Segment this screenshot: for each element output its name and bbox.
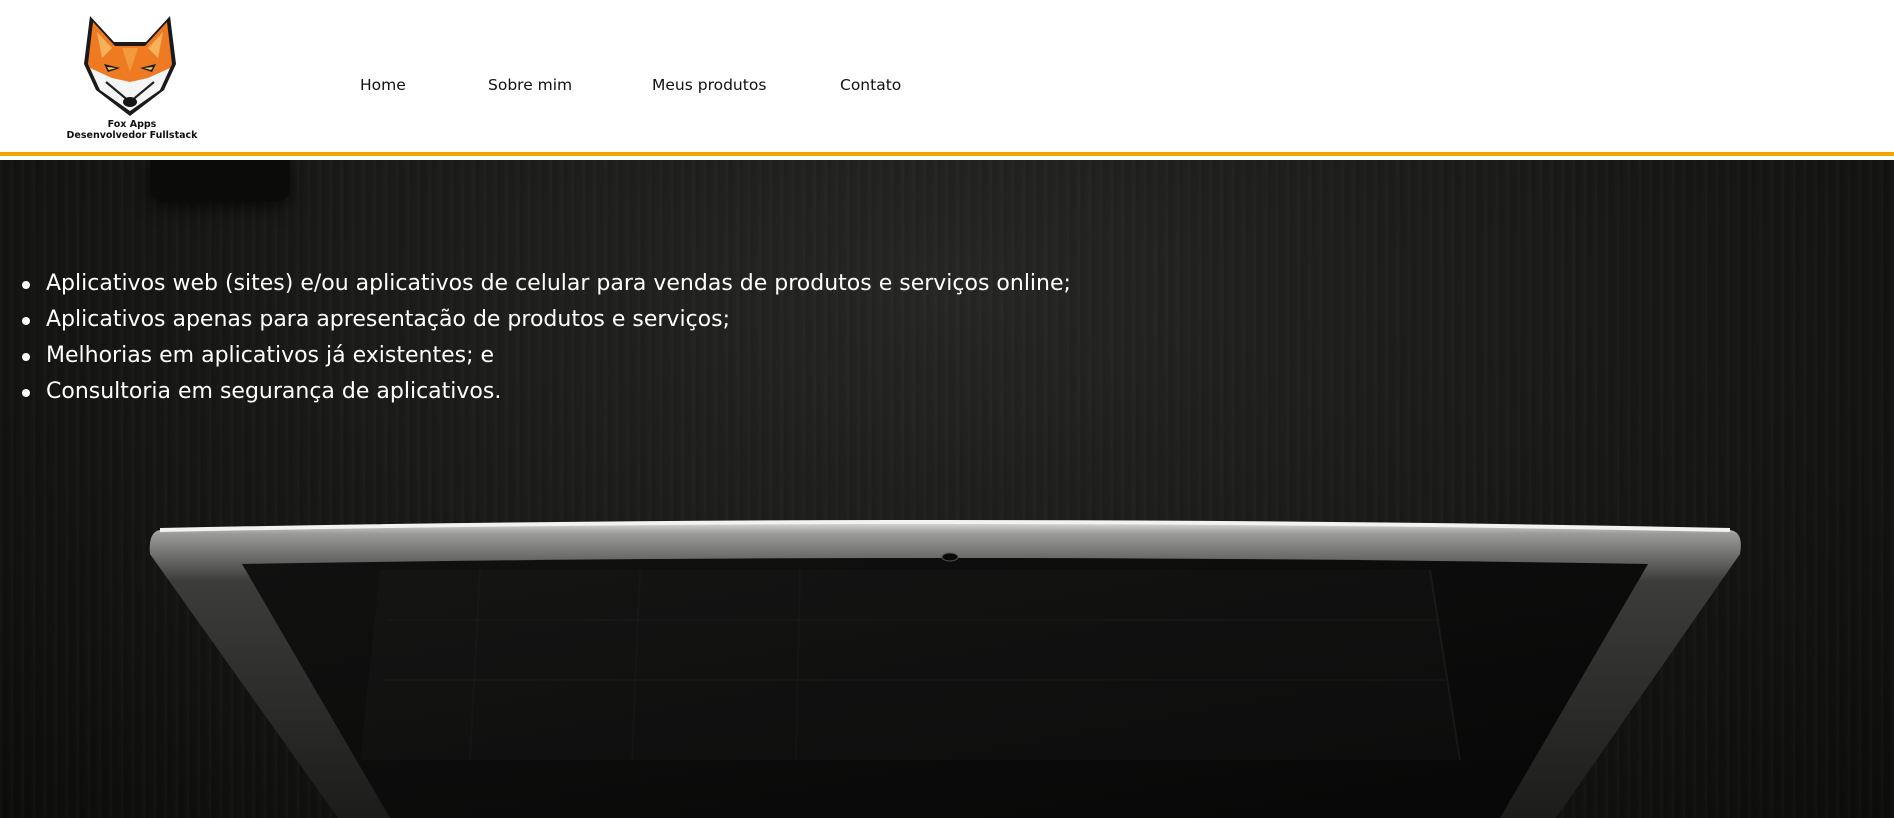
service-text: Aplicativos web (sites) e/ou aplicativos… — [46, 271, 1071, 296]
brand-name: Fox Apps — [107, 119, 157, 130]
fox-head-icon — [84, 16, 176, 116]
services-list: Aplicativos web (sites) e/ou aplicativos… — [22, 266, 1071, 410]
main-nav: Home Sobre mim Meus produtos Contato — [360, 74, 920, 96]
service-text: Consultoria em segurança de aplicativos. — [46, 379, 502, 404]
nav-meus-produtos[interactable]: Meus produtos — [652, 74, 840, 96]
bullet-icon — [22, 389, 30, 397]
service-text: Aplicativos apenas para apresentação de … — [46, 307, 730, 332]
brand-tagline: Desenvolvedor Fullstack — [66, 130, 198, 141]
nav-home[interactable]: Home — [360, 74, 488, 96]
nav-contato[interactable]: Contato — [840, 74, 920, 96]
hero-section: Aplicativos web (sites) e/ou aplicativos… — [0, 160, 1894, 818]
logo[interactable]: Fox Apps Desenvolvedor Fullstack — [52, 8, 212, 144]
list-item: Aplicativos web (sites) e/ou aplicativos… — [22, 266, 1071, 302]
list-item: Melhorias em aplicativos já existentes; … — [22, 338, 1071, 374]
list-item: Aplicativos apenas para apresentação de … — [22, 302, 1071, 338]
laptop-image — [149, 520, 1741, 818]
list-item: Consultoria em segurança de aplicativos. — [22, 374, 1071, 410]
nav-sobre-mim[interactable]: Sobre mim — [488, 74, 652, 96]
site-header: Fox Apps Desenvolvedor Fullstack Home So… — [0, 0, 1894, 156]
bullet-icon — [22, 281, 30, 289]
service-text: Melhorias em aplicativos já existentes; … — [46, 343, 495, 368]
bullet-icon — [22, 353, 30, 361]
bullet-icon — [22, 317, 30, 325]
